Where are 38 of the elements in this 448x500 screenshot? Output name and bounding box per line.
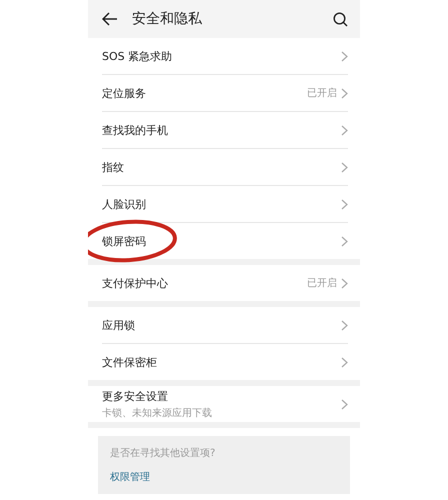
- row-label: SOS 紧急求助: [102, 48, 174, 64]
- row-label: 文件保密柜: [102, 354, 158, 370]
- chevron-icon: [341, 88, 348, 98]
- permission-link[interactable]: 权限管理: [110, 470, 338, 484]
- row-label: 应用锁: [102, 318, 136, 332]
- chevron-icon: [341, 50, 348, 62]
- hint-question: 是否在寻找其他设置项?: [110, 446, 216, 460]
- settings-row[interactable]: 查找我的手机: [88, 112, 360, 149]
- row-label: 锁屏密码: [102, 234, 147, 248]
- settings-row[interactable]: 锁屏密码: [88, 223, 360, 259]
- settings-row[interactable]: 文件保密柜: [88, 344, 360, 380]
- chevron-icon: [341, 320, 348, 330]
- settings-row[interactable]: 更多安全设置 卡锁、未知来源应用下载: [88, 386, 360, 422]
- row-label: 支付保护中心: [102, 276, 169, 290]
- page-title: 安全和隐私: [132, 10, 203, 28]
- chevron-icon: [341, 356, 348, 368]
- row-label: 指纹: [102, 160, 125, 174]
- back-icon[interactable]: [102, 12, 118, 26]
- chevron-icon: [341, 124, 348, 136]
- chevron-icon: [341, 278, 348, 288]
- settings-row[interactable]: 应用锁: [88, 307, 360, 344]
- row-label: 更多安全设置: [102, 388, 169, 404]
- row-subtitle: 卡锁、未知来源应用下载: [102, 406, 213, 420]
- row-label: 定位服务: [102, 86, 147, 100]
- row-status: 已开启: [307, 276, 337, 290]
- search-icon[interactable]: [333, 12, 348, 26]
- chevron-icon: [341, 398, 348, 410]
- settings-row[interactable]: SOS 紧急求助: [88, 38, 360, 75]
- settings-row[interactable]: 支付保护中心 已开启: [88, 265, 360, 301]
- row-status: 已开启: [307, 86, 337, 100]
- chevron-icon: [341, 236, 348, 246]
- settings-row[interactable]: 指纹: [88, 149, 360, 186]
- settings-row[interactable]: 定位服务 已开启: [88, 75, 360, 112]
- row-label: 查找我的手机: [102, 122, 169, 138]
- chevron-icon: [341, 162, 348, 172]
- settings-row[interactable]: 人脸识别: [88, 186, 360, 223]
- row-label: 人脸识别: [102, 196, 147, 212]
- chevron-icon: [341, 198, 348, 210]
